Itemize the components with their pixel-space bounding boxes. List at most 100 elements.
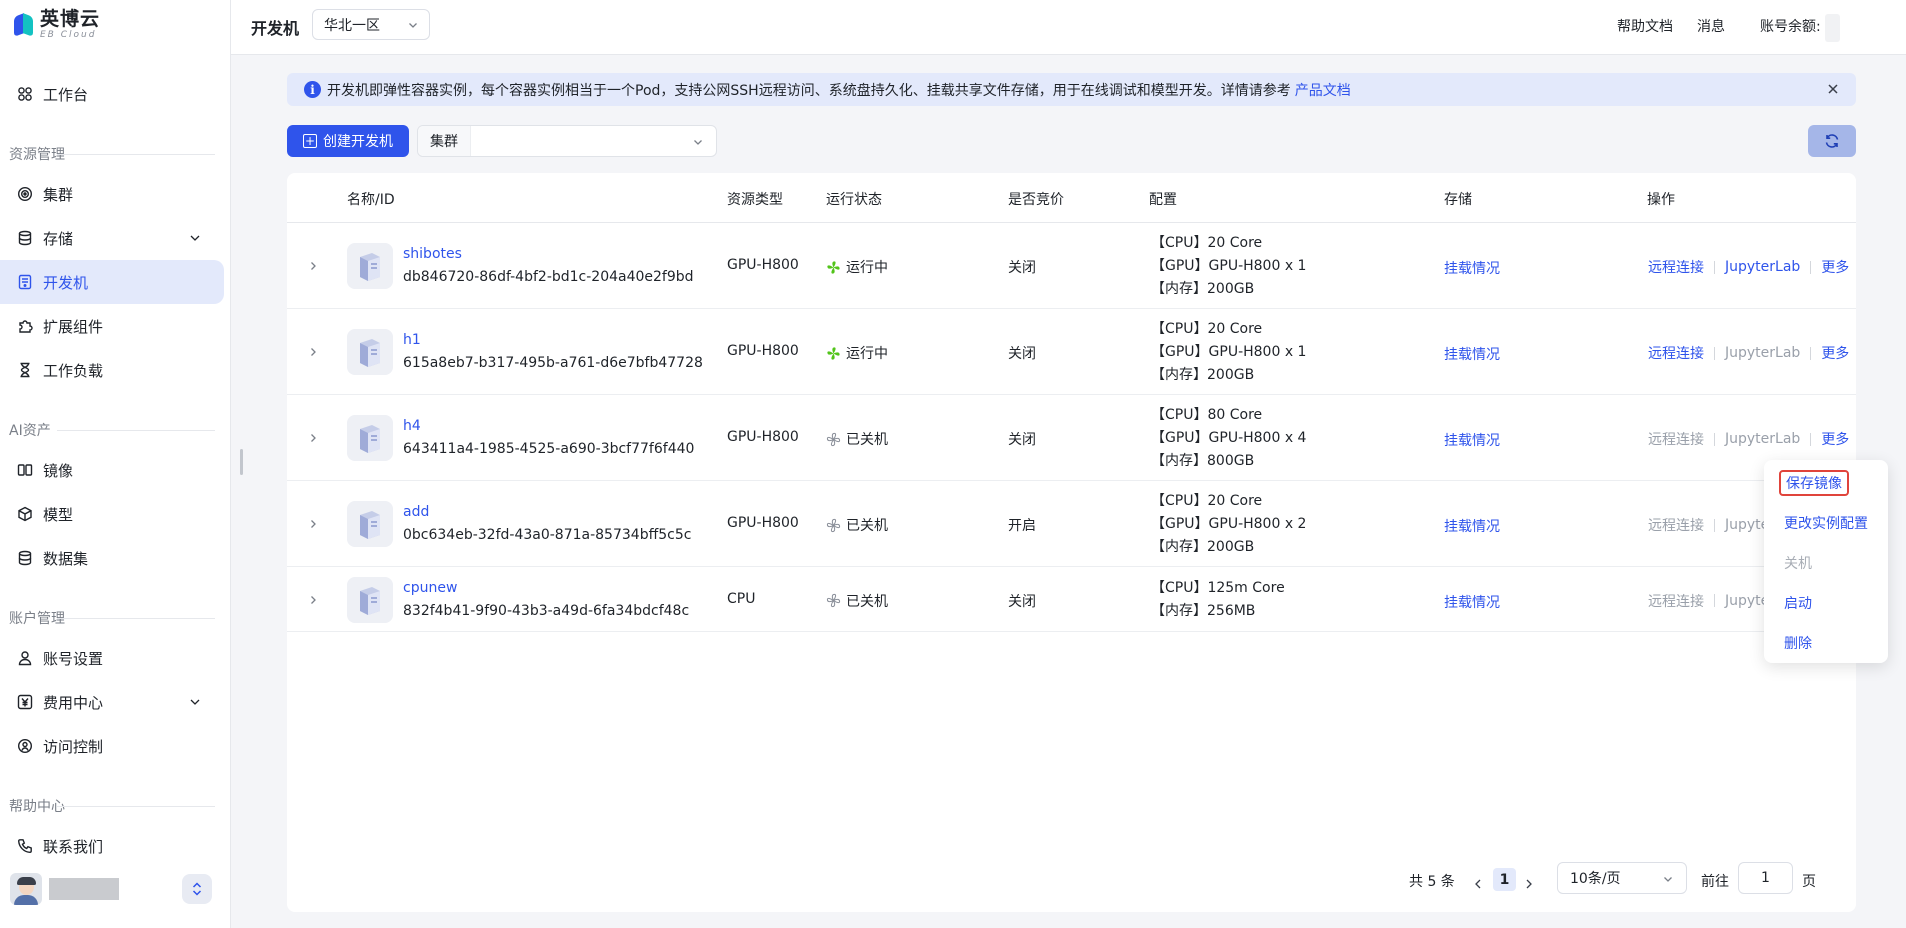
phone-icon <box>17 838 33 854</box>
menu-item-save-image[interactable]: 保存镜像 <box>1779 470 1849 496</box>
instance-name-link[interactable]: shibotes <box>403 246 462 262</box>
jupyterlab-link: JupyterLab <box>1725 345 1801 361</box>
expand-row-icon[interactable] <box>307 346 319 358</box>
sidebar-resize-handle[interactable] <box>240 449 243 475</box>
balance-value-redacted <box>1825 14 1840 42</box>
remote-connect-link: 远程连接 <box>1648 518 1704 534</box>
status-text: 已关机 <box>846 518 888 534</box>
chevron-left-icon[interactable] <box>1473 878 1483 890</box>
jupyterlab-link[interactable]: JupyterLab <box>1725 259 1800 275</box>
instance-id: 0bc634eb-32fd-43a0-871a-85734bff5c5c <box>403 527 692 543</box>
fan-stopped-icon <box>826 593 841 608</box>
instance-id: 832f4b41-9f90-43b3-a49d-6fa34bdcf48c <box>403 602 690 619</box>
sidebar-item-cluster[interactable]: 集群 <box>0 172 224 216</box>
column-header-config: 配置 <box>1149 192 1177 208</box>
config-cell: 【CPU】80 Core 【GPU】GPU-H800 x 4 【内存】800GB <box>1151 404 1306 473</box>
sidebar-item-dataset[interactable]: 数据集 <box>0 536 224 580</box>
sidebar: 英博云 EB Cloud 工作台 资源管理 集群 存储 开发机 扩展组件 工作负… <box>0 0 231 928</box>
config-line: 【CPU】20 Core <box>1151 234 1263 251</box>
sidebar-item-workbench[interactable]: 工作台 <box>0 72 224 116</box>
fan-running-icon <box>827 346 840 360</box>
sidebar-item-contact[interactable]: 联系我们 <box>0 824 224 868</box>
sidebar-item-model[interactable]: 模型 <box>0 492 224 536</box>
expand-row-icon[interactable] <box>307 432 319 444</box>
user-name-redacted <box>49 878 119 900</box>
sidebar-item-access-control[interactable]: 访问控制 <box>0 724 224 768</box>
cluster-filter-value[interactable] <box>471 126 716 156</box>
region-select[interactable]: 华北一区 <box>312 9 430 40</box>
menu-item-change-config[interactable]: 更改实例配置 <box>1784 513 1868 533</box>
grid-icon <box>17 86 33 102</box>
expand-row-icon[interactable] <box>307 260 319 272</box>
instance-id: 643411a4-1985-4525-a690-3bcf77f6f440 <box>403 441 695 457</box>
avatar[interactable] <box>10 873 42 905</box>
menu-item-delete[interactable]: 删除 <box>1784 633 1812 653</box>
config-line: 【CPU】125m Core <box>1151 579 1285 596</box>
more-actions-link[interactable]: 更多 <box>1821 257 1849 277</box>
sidebar-item-billing[interactable]: 费用中心 <box>0 680 224 724</box>
page-size-select[interactable]: 10条/页 <box>1557 862 1687 894</box>
server-thumbnail-icon <box>347 329 393 375</box>
more-actions-link[interactable]: 更多 <box>1821 343 1849 363</box>
mount-status-link[interactable]: 挂载情况 <box>1444 258 1500 278</box>
config-line: 【CPU】20 Core <box>1151 492 1263 509</box>
messages-link[interactable]: 消息 <box>1697 16 1725 36</box>
mount-status-link[interactable]: 挂载情况 <box>1444 516 1500 536</box>
help-docs-link[interactable]: 帮助文档 <box>1617 16 1673 36</box>
refresh-button[interactable] <box>1808 125 1856 157</box>
close-icon[interactable] <box>1827 83 1839 95</box>
banner-text: 开发机即弹性容器实例，每个容器实例相当于一个Pod，支持公网SSH远程访问、系统… <box>327 82 1291 99</box>
remote-connect-link[interactable]: 远程连接 <box>1648 343 1704 363</box>
instance-name-link[interactable]: cpunew <box>403 580 457 596</box>
mount-status-link[interactable]: 挂载情况 <box>1444 592 1500 612</box>
status-text: 运行中 <box>846 260 888 276</box>
resource-type: GPU-H800 <box>727 429 799 445</box>
jupyterlab-link: Jupyte <box>1725 592 1770 609</box>
spot-flag: 关闭 <box>1008 346 1036 362</box>
page-suffix: 页 <box>1802 874 1816 890</box>
expand-row-icon[interactable] <box>307 594 319 606</box>
fan-running-icon <box>827 260 840 274</box>
yen-icon <box>17 694 33 710</box>
config-line: 【内存】200GB <box>1151 280 1255 297</box>
goto-page-input[interactable] <box>1738 862 1793 894</box>
chevron-right-icon[interactable] <box>1524 878 1534 890</box>
spot-flag: 关闭 <box>1008 260 1036 276</box>
image-layers-icon <box>17 462 33 478</box>
database-icon <box>17 230 33 246</box>
cluster-filter[interactable]: 集群 <box>417 125 717 157</box>
chevron-down-icon <box>190 699 200 705</box>
instance-name-link[interactable]: h4 <box>403 418 421 434</box>
sidebar-item-label: 工作台 <box>43 85 89 104</box>
status-text: 已关机 <box>846 593 888 610</box>
row-actions: 远程连接 JupyterLab 更多 <box>1648 343 1849 363</box>
logo[interactable]: 英博云 EB Cloud <box>14 10 100 40</box>
row-actions: 远程连接 JupyterLab 更多 <box>1648 429 1849 449</box>
sidebar-item-account-settings[interactable]: 账号设置 <box>0 636 224 680</box>
fan-stopped-icon <box>826 518 841 532</box>
spot-flag: 关闭 <box>1008 593 1036 610</box>
expand-row-icon[interactable] <box>307 518 319 530</box>
create-devmachine-button[interactable]: + 创建开发机 <box>287 125 409 157</box>
sidebar-item-devmachine[interactable]: 开发机 <box>0 260 224 304</box>
sidebar-item-workload[interactable]: 工作负载 <box>0 348 224 392</box>
top-header: 开发机 华北一区 帮助文档 消息 账号余额: <box>231 0 1906 55</box>
remote-connect-link[interactable]: 远程连接 <box>1648 257 1704 277</box>
divider <box>57 430 215 431</box>
product-docs-link[interactable]: 产品文档 <box>1295 80 1351 100</box>
instance-name-link[interactable]: add <box>403 504 429 520</box>
menu-item-start[interactable]: 启动 <box>1784 593 1812 613</box>
chevron-down-icon <box>1664 877 1672 882</box>
instance-name-link[interactable]: h1 <box>403 332 421 348</box>
mount-status-link[interactable]: 挂载情况 <box>1444 430 1500 450</box>
mount-status-link[interactable]: 挂载情况 <box>1444 344 1500 364</box>
config-line: 【GPU】GPU-H800 x 1 <box>1151 343 1307 360</box>
sidebar-item-image[interactable]: 镜像 <box>0 448 224 492</box>
account-switch-button[interactable] <box>182 874 212 904</box>
server-thumbnail-icon <box>347 415 393 461</box>
sidebar-item-extensions[interactable]: 扩展组件 <box>0 304 224 348</box>
page-size-value: 10条/页 <box>1570 871 1621 887</box>
sidebar-item-storage[interactable]: 存储 <box>0 216 224 260</box>
more-actions-link[interactable]: 更多 <box>1821 429 1849 449</box>
page-number-current[interactable]: 1 <box>1493 868 1516 891</box>
